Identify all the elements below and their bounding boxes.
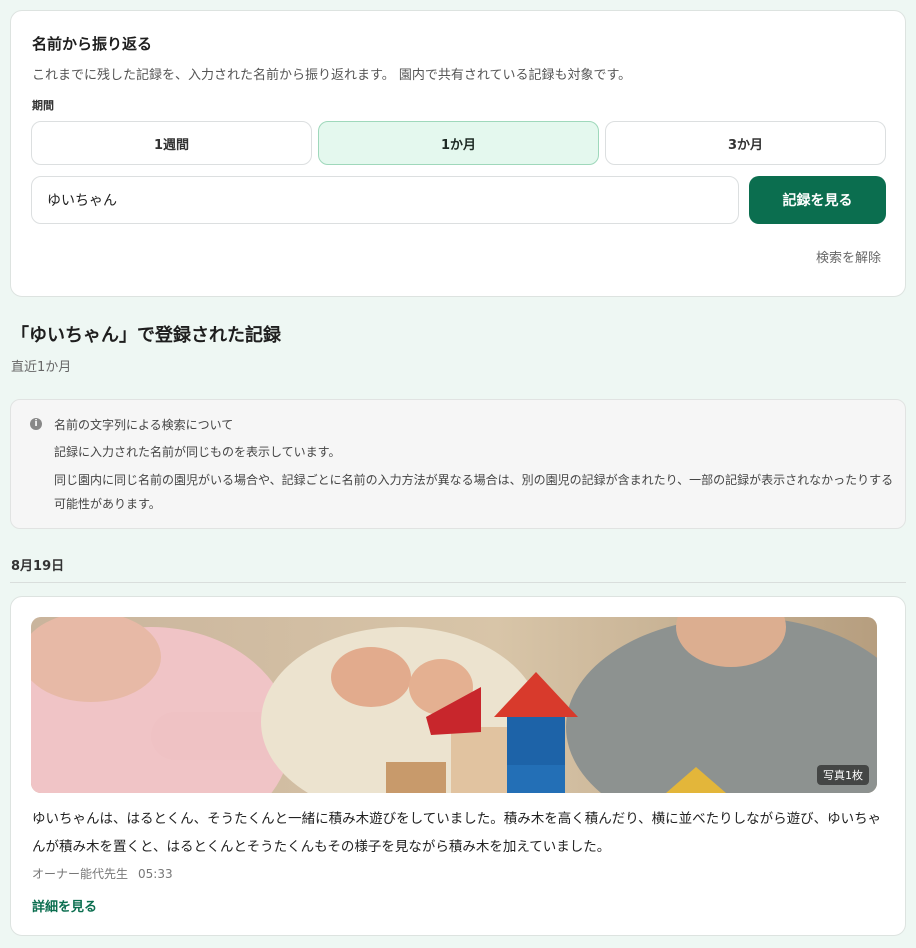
record-card: 写真1枚 ゆいちゃんは、はるとくん、そうたくんと一緒に積み木遊びをしていました。… [10, 596, 906, 936]
view-details-link[interactable]: 詳細を見る [32, 896, 97, 915]
period-3month-button[interactable]: 3か月 [605, 121, 886, 165]
period-selector: 1週間 1か月 3か月 [31, 121, 886, 165]
notice-line-2: 同じ園内に同じ名前の園児がいる場合や、記録ごとに名前の入力方法が異なる場合は、別… [54, 473, 894, 511]
record-text: ゆいちゃんは、はるとくん、そうたくんと一緒に積み木遊びをしていました。積み木を高… [32, 811, 882, 855]
period-1month-button[interactable]: 1か月 [318, 121, 599, 165]
record-photo[interactable]: 写真1枚 [31, 617, 877, 793]
results-title: 「ゆいちゃん」で登録された記録 [11, 325, 281, 346]
record-photo-image [31, 617, 877, 793]
search-panel: 名前から振り返る これまでに残した記録を、入力された名前から振り返れます。 園内… [10, 10, 906, 297]
search-notice: i 名前の文字列による検索について 記録に入力された名前が同じものを表示していま… [10, 399, 906, 529]
search-description: これまでに残した記録を、入力された名前から振り返れます。 園内で共有されている記… [32, 68, 632, 83]
period-label: 期間 [32, 99, 54, 112]
results-range: 直近1か月 [11, 360, 72, 375]
info-icon: i [30, 418, 42, 430]
period-1week-button[interactable]: 1週間 [31, 121, 312, 165]
name-search-input[interactable] [31, 176, 739, 224]
clear-search-link[interactable]: 検索を解除 [816, 247, 881, 266]
search-title: 名前から振り返る [32, 35, 153, 53]
notice-line-1: 記録に入力された名前が同じものを表示しています。 [54, 445, 341, 459]
record-date: 8月19日 [11, 559, 65, 574]
record-time: 05:33 [138, 867, 173, 881]
record-meta: オーナー能代先生 05:33 [32, 865, 173, 882]
photo-count-badge: 写真1枚 [817, 765, 869, 785]
record-author: オーナー能代先生 [32, 867, 129, 881]
notice-title: 名前の文字列による検索について [54, 418, 234, 432]
view-records-button[interactable]: 記録を見る [749, 176, 886, 224]
date-divider [10, 582, 906, 583]
